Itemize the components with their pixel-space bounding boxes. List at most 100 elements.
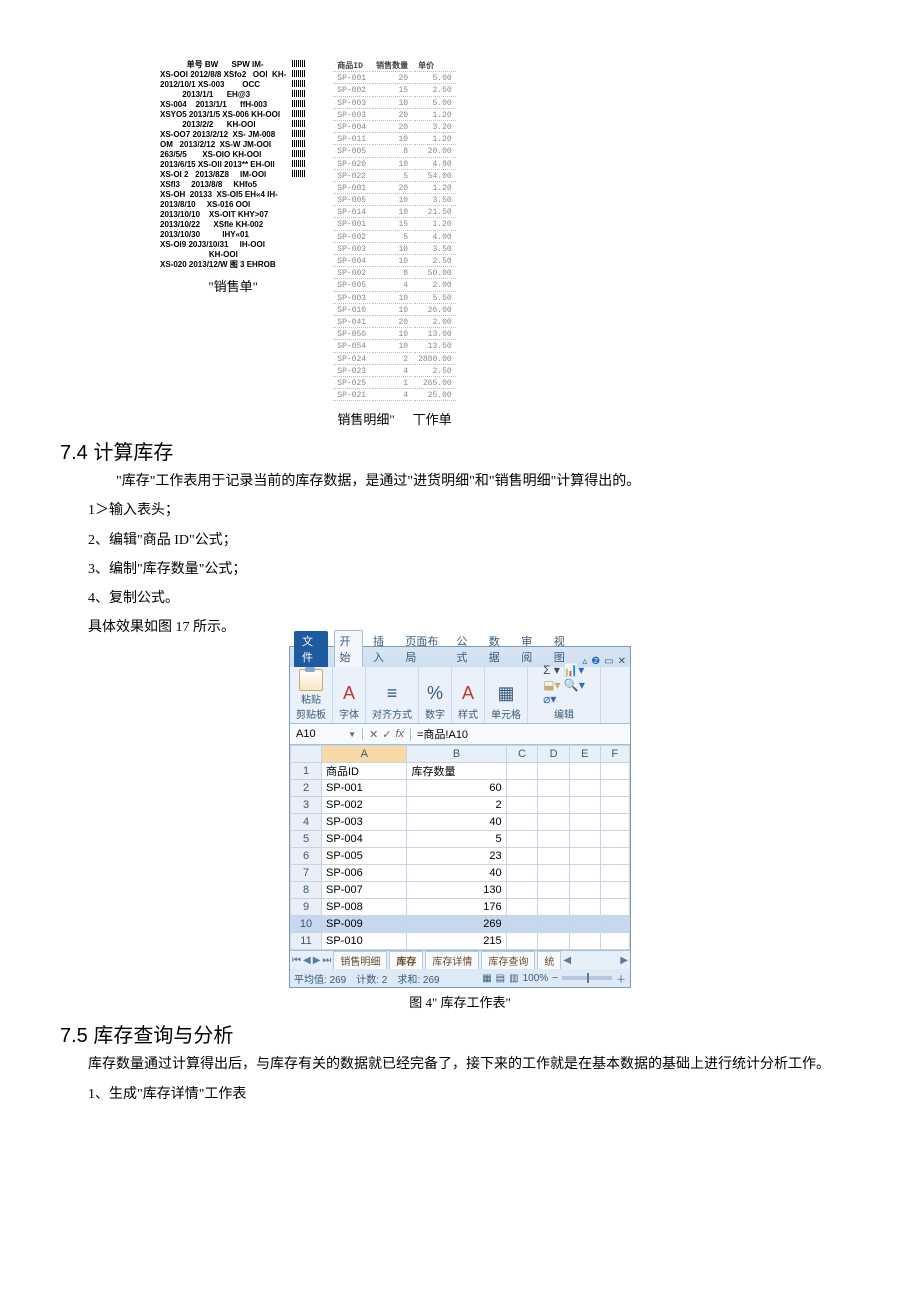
cell[interactable]: [538, 780, 570, 797]
cell[interactable]: [506, 763, 538, 780]
view-layout-icon[interactable]: ▤: [496, 973, 505, 984]
cell[interactable]: SP-002: [322, 797, 407, 814]
cell[interactable]: [538, 933, 570, 950]
cell[interactable]: 商品ID: [322, 763, 407, 780]
help-icon[interactable]: ❷: [591, 656, 600, 667]
cell[interactable]: SP-005: [322, 848, 407, 865]
row-header[interactable]: 8: [291, 882, 322, 899]
cell[interactable]: [600, 763, 629, 780]
sheet-tab[interactable]: 库存详情: [425, 951, 479, 969]
name-box[interactable]: A10 ▼: [290, 728, 363, 740]
tab-layout[interactable]: 页面布局: [401, 631, 446, 667]
cell[interactable]: [569, 848, 600, 865]
row-header[interactable]: 9: [291, 899, 322, 916]
cell[interactable]: [538, 814, 570, 831]
zoom-in-icon[interactable]: ＋: [616, 971, 626, 986]
cell[interactable]: [538, 882, 570, 899]
row-header[interactable]: 4: [291, 814, 322, 831]
cell[interactable]: [569, 899, 600, 916]
find-icon[interactable]: 🔍▾: [564, 678, 585, 692]
cell[interactable]: [569, 916, 600, 933]
col-header-d[interactable]: D: [538, 746, 570, 763]
sheet-nav-next-icon[interactable]: ▶: [313, 955, 321, 966]
cell[interactable]: [569, 780, 600, 797]
cells-icon[interactable]: ▦: [497, 684, 514, 702]
cell[interactable]: [600, 882, 629, 899]
cell[interactable]: [600, 831, 629, 848]
cell[interactable]: 23: [407, 848, 506, 865]
chevron-down-icon[interactable]: ▼: [348, 730, 356, 739]
cell[interactable]: [506, 831, 538, 848]
cell[interactable]: 60: [407, 780, 506, 797]
view-pagebreak-icon[interactable]: ▥: [509, 973, 518, 984]
tab-data[interactable]: 数据: [485, 631, 511, 667]
cell[interactable]: [506, 797, 538, 814]
row-header[interactable]: 5: [291, 831, 322, 848]
cell[interactable]: SP-004: [322, 831, 407, 848]
cell[interactable]: 库存数量: [407, 763, 506, 780]
view-normal-icon[interactable]: ▦: [482, 973, 491, 984]
col-header-b[interactable]: B: [407, 746, 506, 763]
cell[interactable]: [600, 899, 629, 916]
cell[interactable]: 176: [407, 899, 506, 916]
cell[interactable]: SP-010: [322, 933, 407, 950]
cell[interactable]: [506, 814, 538, 831]
row-header[interactable]: 3: [291, 797, 322, 814]
cell[interactable]: [600, 848, 629, 865]
clear-icon[interactable]: ⌀▾: [543, 692, 556, 706]
cell[interactable]: 40: [407, 865, 506, 882]
tab-review[interactable]: 审阅: [517, 631, 543, 667]
autosum-icon[interactable]: Σ ▾ 📊▾: [543, 663, 584, 677]
cell[interactable]: [506, 848, 538, 865]
cell[interactable]: 215: [407, 933, 506, 950]
cell[interactable]: [538, 763, 570, 780]
tab-formulas[interactable]: 公式: [452, 631, 478, 667]
row-header[interactable]: 10: [291, 916, 322, 933]
col-header-f[interactable]: F: [600, 746, 629, 763]
cell[interactable]: [506, 899, 538, 916]
sheet-tab[interactable]: 库存查询: [481, 951, 535, 969]
window-close-icon[interactable]: ✕: [618, 656, 626, 667]
cell[interactable]: 269: [407, 916, 506, 933]
scroll-right-icon[interactable]: ▶: [620, 955, 628, 966]
number-icon[interactable]: %: [427, 684, 443, 702]
cell[interactable]: 2: [407, 797, 506, 814]
cell[interactable]: [569, 865, 600, 882]
cell[interactable]: SP-009: [322, 916, 407, 933]
cancel-icon[interactable]: ✕: [369, 728, 378, 741]
window-min-icon[interactable]: ▭: [604, 656, 613, 667]
sheet-tab[interactable]: 销售明细: [333, 951, 387, 969]
cell[interactable]: [569, 831, 600, 848]
worksheet-grid[interactable]: A B C D E F 1商品ID库存数量2SP-001603SP-00224S…: [290, 745, 630, 950]
sheet-nav-last-icon[interactable]: ⏭: [322, 955, 331, 966]
cell[interactable]: [538, 899, 570, 916]
cell[interactable]: [569, 814, 600, 831]
cell[interactable]: SP-003: [322, 814, 407, 831]
font-icon[interactable]: A: [343, 684, 355, 702]
fill-icon[interactable]: ⬓▾: [543, 678, 560, 692]
cell[interactable]: [569, 933, 600, 950]
row-header[interactable]: 7: [291, 865, 322, 882]
cell[interactable]: [506, 933, 538, 950]
cell[interactable]: SP-007: [322, 882, 407, 899]
enter-icon[interactable]: ✓: [382, 728, 391, 741]
zoom-slider[interactable]: [562, 976, 612, 980]
col-header-c[interactable]: C: [506, 746, 538, 763]
paste-icon[interactable]: [299, 669, 323, 691]
cell[interactable]: [506, 865, 538, 882]
tab-view[interactable]: 视图: [550, 631, 576, 667]
cell[interactable]: 130: [407, 882, 506, 899]
scroll-left-icon[interactable]: ◀: [563, 955, 571, 966]
cell[interactable]: [538, 797, 570, 814]
cell[interactable]: [506, 882, 538, 899]
row-header[interactable]: 2: [291, 780, 322, 797]
cell[interactable]: [569, 763, 600, 780]
cell[interactable]: SP-008: [322, 899, 407, 916]
fx-icon[interactable]: fx: [395, 728, 404, 741]
cell[interactable]: [538, 865, 570, 882]
cell[interactable]: [600, 933, 629, 950]
cell[interactable]: 40: [407, 814, 506, 831]
cell[interactable]: [538, 916, 570, 933]
sheet-nav-prev-icon[interactable]: ◀: [303, 955, 311, 966]
cell[interactable]: [569, 797, 600, 814]
